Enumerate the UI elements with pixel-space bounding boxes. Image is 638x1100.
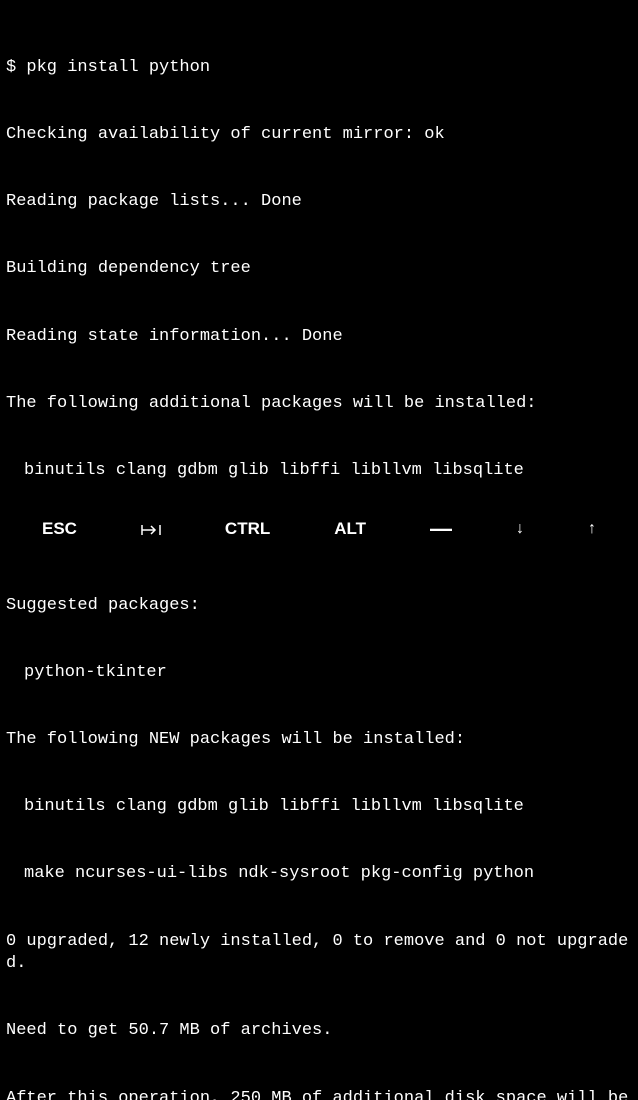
- output-line: Need to get 50.7 MB of archives.: [6, 1020, 632, 1042]
- output-line: Reading package lists... Done: [6, 191, 632, 213]
- output-line: Building dependency tree: [6, 258, 632, 280]
- up-arrow-key[interactable]: ↑: [580, 514, 604, 544]
- package-list: make ncurses-ui-libs ndk-sysroot pkg-con…: [6, 863, 632, 885]
- output-line: Checking availability of current mirror:…: [6, 124, 632, 146]
- output-line: The following NEW packages will be insta…: [6, 729, 632, 751]
- output-line: Reading state information... Done: [6, 326, 632, 348]
- package-list: binutils clang gdbm glib libffi libllvm …: [6, 796, 632, 818]
- ctrl-key[interactable]: CTRL: [217, 514, 278, 544]
- package-list: binutils clang gdbm glib libffi libllvm …: [6, 460, 632, 482]
- package-list: python-tkinter: [6, 662, 632, 684]
- output-line: After this operation, 250 MB of addition…: [6, 1088, 632, 1100]
- down-arrow-key[interactable]: ↓: [508, 514, 532, 544]
- extra-keys-bar: ESC CTRL ALT — ↓ ↑: [0, 508, 638, 550]
- output-line: The following additional packages will b…: [6, 393, 632, 415]
- tab-key[interactable]: [133, 519, 169, 541]
- dash-key[interactable]: —: [422, 514, 460, 544]
- terminal-output[interactable]: $ pkg install python Checking availabili…: [0, 0, 638, 1100]
- output-line: 0 upgraded, 12 newly installed, 0 to rem…: [6, 931, 632, 976]
- alt-key[interactable]: ALT: [326, 514, 374, 544]
- tab-icon: [141, 523, 161, 537]
- esc-key[interactable]: ESC: [34, 514, 85, 544]
- command-prompt: $ pkg install python: [6, 57, 632, 79]
- output-line: Suggested packages:: [6, 595, 632, 617]
